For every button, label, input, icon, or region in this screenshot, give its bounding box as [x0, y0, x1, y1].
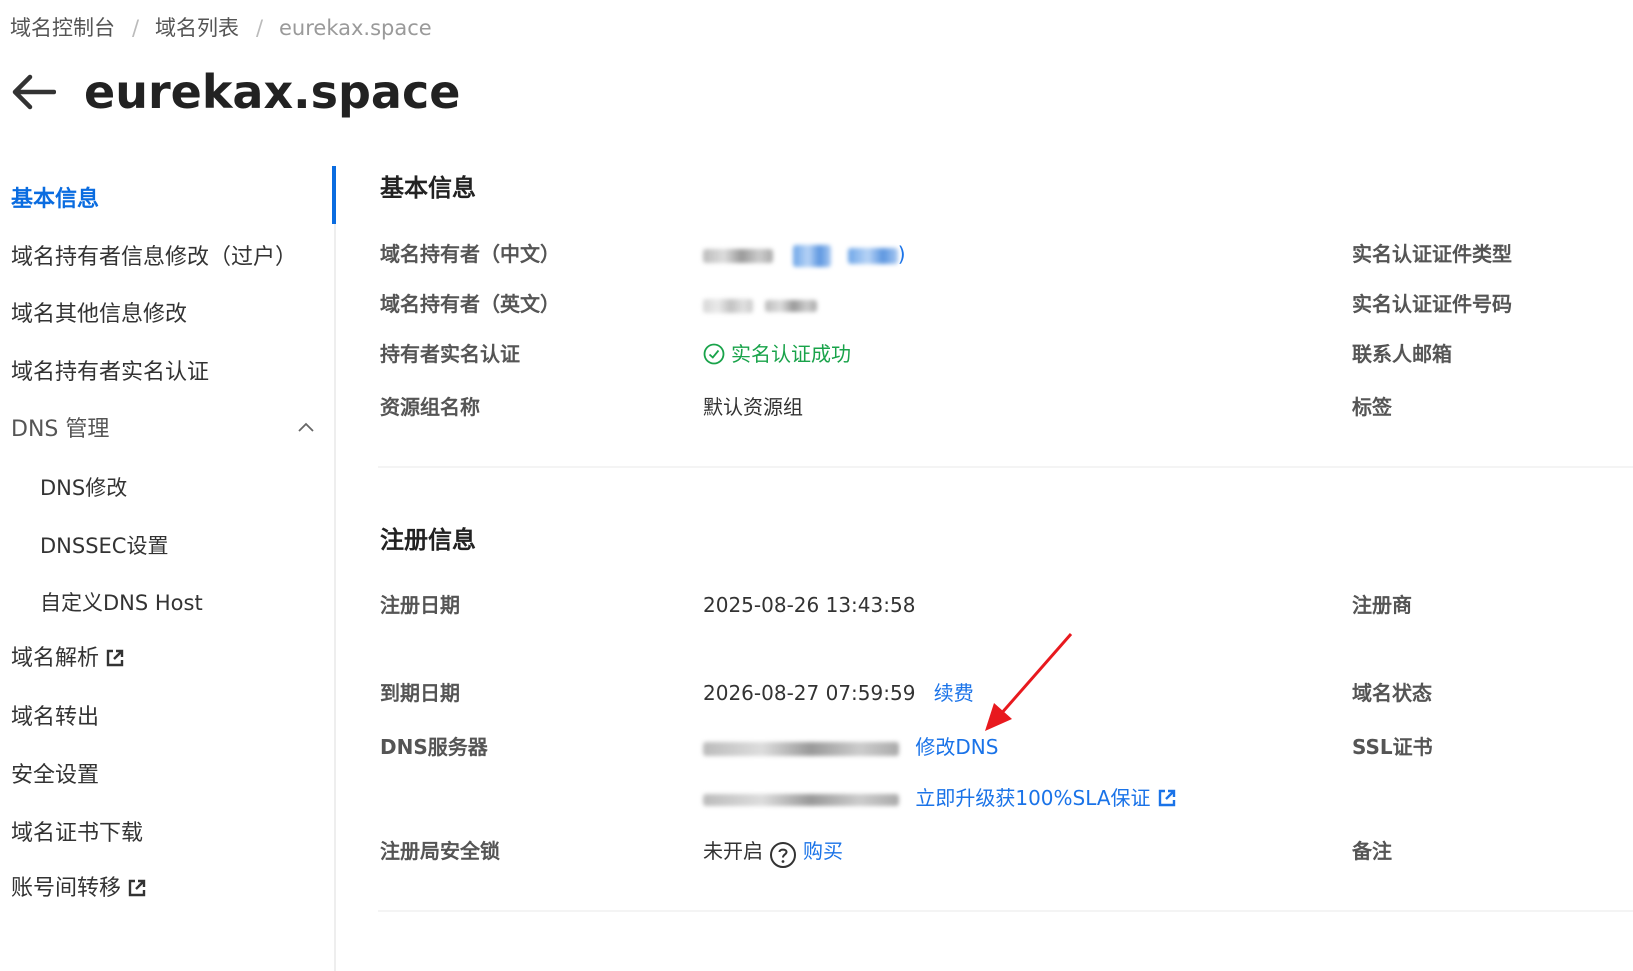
- section-title-basic-info: 基本信息: [380, 174, 476, 202]
- buy-link[interactable]: 购买: [803, 839, 843, 863]
- exp-date-value: 2026-08-27 07:59:59: [703, 681, 916, 705]
- ssl-certificate-label: SSL证书: [1352, 735, 1433, 759]
- verify-status-text: 实名认证成功: [731, 342, 851, 366]
- owner-cn-value: ): [703, 240, 906, 268]
- redacted-text: [703, 741, 899, 756]
- verify-label: 持有者实名认证: [380, 342, 520, 366]
- id-number-label: 实名认证证件号码: [1352, 292, 1512, 316]
- dns-server-row: 修改DNS: [703, 733, 998, 761]
- registry-lock-row: 未开启 购买: [703, 837, 843, 868]
- id-type-label: 实名认证证件类型: [1352, 242, 1512, 266]
- chevron-up-icon[interactable]: [297, 420, 315, 439]
- modify-dns-link[interactable]: 修改DNS: [915, 735, 998, 759]
- sidebar-item-dns-modify[interactable]: DNS修改: [40, 473, 127, 503]
- sidebar-active-indicator: [332, 166, 336, 224]
- owner-en-value: [703, 290, 818, 318]
- section-divider: [378, 910, 1633, 912]
- sidebar-item-dns-management[interactable]: DNS 管理: [11, 415, 109, 445]
- redacted-text: [847, 247, 898, 264]
- reg-date-value: 2025-08-26 13:43:58: [703, 593, 916, 617]
- dns-server-label: DNS服务器: [380, 735, 488, 759]
- redacted-text: [703, 248, 773, 263]
- tags-label: 标签: [1352, 395, 1392, 419]
- redacted-text: [703, 793, 899, 806]
- registrar-label: 注册商: [1352, 593, 1412, 617]
- sidebar-item-dns-resolve[interactable]: 域名解析: [11, 644, 125, 677]
- exp-date-label: 到期日期: [380, 681, 460, 705]
- sidebar-item-certificate-download[interactable]: 域名证书下载: [11, 819, 143, 849]
- verify-status: 实名认证成功: [703, 340, 851, 372]
- redacted-text: [765, 299, 818, 312]
- exp-date-row: 2026-08-27 07:59:59 续费: [703, 679, 974, 707]
- registry-lock-label: 注册局安全锁: [380, 839, 500, 863]
- resource-group-label: 资源组名称: [380, 395, 480, 419]
- sidebar-item-other-info[interactable]: 域名其他信息修改: [11, 300, 187, 330]
- sidebar-item-real-name[interactable]: 域名持有者实名认证: [11, 358, 209, 388]
- annotation-arrow: [978, 630, 1078, 738]
- sidebar-item-label: 域名解析: [11, 646, 100, 671]
- external-link-icon: [105, 647, 125, 677]
- registry-lock-value: 未开启: [703, 839, 763, 863]
- sidebar-divider: [334, 166, 336, 971]
- owner-en-label: 域名持有者（英文）: [380, 292, 560, 316]
- breadcrumb-separator: /: [256, 16, 264, 40]
- redacted-text: [703, 298, 753, 313]
- breadcrumb-item-console[interactable]: 域名控制台: [10, 14, 115, 42]
- dns-server-row-2: 立即升级获100%SLA保证: [703, 784, 1177, 815]
- external-link-icon: [127, 877, 147, 907]
- sidebar-item-dnssec[interactable]: DNSSEC设置: [40, 531, 168, 561]
- upgrade-sla-label: 立即升级获100%SLA保证: [915, 786, 1151, 810]
- sidebar-item-basic-info[interactable]: 基本信息: [11, 185, 99, 215]
- check-circle-icon: [703, 343, 725, 372]
- remarks-label: 备注: [1352, 839, 1392, 863]
- external-link-icon: [1157, 787, 1177, 815]
- renew-link[interactable]: 续费: [934, 681, 974, 705]
- owner-cn-label: 域名持有者（中文）: [380, 242, 560, 266]
- breadcrumb-item-current: eurekax.space: [279, 16, 432, 40]
- help-circle-icon[interactable]: [769, 841, 796, 868]
- reg-date-label: 注册日期: [380, 593, 460, 617]
- page-title: eurekax.space: [84, 65, 461, 119]
- sidebar-item-account-transfer[interactable]: 账号间转移: [11, 874, 147, 907]
- breadcrumb-item-domain-list[interactable]: 域名列表: [155, 14, 239, 42]
- sidebar-item-label: 账号间转移: [11, 876, 122, 901]
- sidebar-item-label: DNS 管理: [11, 417, 110, 442]
- section-divider: [378, 466, 1633, 468]
- sidebar-item-security-settings[interactable]: 安全设置: [11, 761, 99, 791]
- upgrade-sla-link[interactable]: 立即升级获100%SLA保证: [915, 786, 1176, 810]
- resource-group-value: 默认资源组: [703, 395, 803, 419]
- arrow-left-icon[interactable]: [10, 72, 57, 112]
- sidebar-item-custom-dns-host[interactable]: 自定义DNS Host: [40, 588, 203, 618]
- domain-status-label: 域名状态: [1352, 681, 1432, 705]
- sidebar-item-owner-transfer[interactable]: 域名持有者信息修改（过户）: [11, 243, 297, 273]
- redacted-text: [793, 244, 832, 267]
- owner-cn-suffix: ): [897, 242, 906, 266]
- sidebar-item-domain-transfer-out[interactable]: 域名转出: [11, 703, 99, 733]
- section-title-registration: 注册信息: [380, 526, 476, 554]
- breadcrumb-separator: /: [132, 16, 140, 40]
- contact-email-label: 联系人邮箱: [1352, 342, 1452, 366]
